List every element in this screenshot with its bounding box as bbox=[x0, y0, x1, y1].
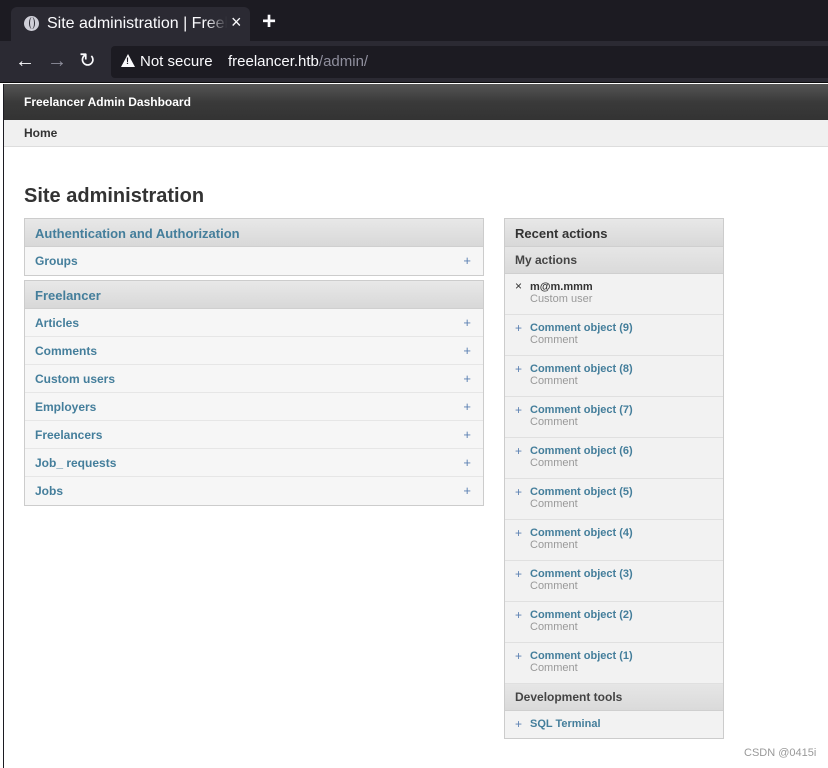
globe-icon bbox=[24, 16, 39, 31]
add-icon[interactable]: + bbox=[463, 455, 471, 470]
model-link[interactable]: Custom users bbox=[35, 372, 115, 386]
admin-header: Freelancer Admin Dashboard bbox=[4, 84, 828, 120]
action-link[interactable]: Comment object (8) bbox=[530, 363, 633, 375]
action-type: Comment bbox=[530, 457, 578, 469]
recent-actions-module: Recent actions My actions × m@m.mmm Cust… bbox=[504, 218, 724, 739]
action-item: + Comment object (8) Comment bbox=[505, 356, 723, 397]
browser-nav-bar: ← → ↻ Not secure freelancer.htb/admin/ bbox=[0, 41, 828, 83]
address-bar[interactable]: Not secure freelancer.htb/admin/ bbox=[111, 46, 828, 78]
delete-icon: × bbox=[515, 279, 523, 293]
model-row-articles: Articles + bbox=[25, 309, 483, 337]
action-item: + Comment object (4) Comment bbox=[505, 520, 723, 561]
action-item: + Comment object (2) Comment bbox=[505, 602, 723, 643]
action-link[interactable]: Comment object (7) bbox=[530, 404, 633, 416]
breadcrumb-home[interactable]: Home bbox=[24, 126, 57, 140]
action-type: Comment bbox=[530, 580, 578, 592]
add-icon: + bbox=[515, 567, 523, 581]
model-link[interactable]: Jobs bbox=[35, 484, 63, 498]
add-icon[interactable]: + bbox=[463, 371, 471, 386]
add-icon: + bbox=[515, 444, 523, 458]
model-link[interactable]: Freelancers bbox=[35, 428, 102, 442]
action-link[interactable]: Comment object (5) bbox=[530, 486, 633, 498]
app-module-auth: Authentication and Authorization Groups … bbox=[24, 218, 484, 276]
action-type: Comment bbox=[530, 416, 578, 428]
tab-title: Site administration | Freelancer bbox=[47, 15, 227, 33]
back-arrow-icon[interactable]: ← bbox=[15, 50, 35, 72]
not-secure-label[interactable]: Not secure bbox=[140, 53, 213, 70]
action-item: + Comment object (6) Comment bbox=[505, 438, 723, 479]
action-type: Comment bbox=[530, 621, 578, 633]
add-icon: + bbox=[515, 717, 523, 731]
add-icon: + bbox=[515, 526, 523, 540]
action-type: Comment bbox=[530, 498, 578, 510]
model-link[interactable]: Groups bbox=[35, 254, 78, 268]
add-icon[interactable]: + bbox=[463, 343, 471, 358]
action-link[interactable]: Comment object (9) bbox=[530, 322, 633, 334]
add-icon: + bbox=[515, 649, 523, 663]
action-item: + Comment object (9) Comment bbox=[505, 315, 723, 356]
action-type: Comment bbox=[530, 375, 578, 387]
warning-icon[interactable] bbox=[121, 54, 135, 67]
model-row-comments: Comments + bbox=[25, 337, 483, 365]
action-link[interactable]: Comment object (6) bbox=[530, 445, 633, 457]
action-link[interactable]: Comment object (1) bbox=[530, 650, 633, 662]
browser-tab-bar: Site administration | Freelancer × + bbox=[0, 0, 828, 41]
model-row-jobs: Jobs + bbox=[25, 477, 483, 505]
add-icon[interactable]: + bbox=[463, 427, 471, 442]
action-type: Comment bbox=[530, 539, 578, 551]
watermark: CSDN @0415i bbox=[744, 747, 817, 759]
action-type: Comment bbox=[530, 334, 578, 346]
action-item: + Comment object (1) Comment bbox=[505, 643, 723, 684]
model-link[interactable]: Articles bbox=[35, 316, 79, 330]
action-link[interactable]: Comment object (3) bbox=[530, 568, 633, 580]
site-brand[interactable]: Freelancer Admin Dashboard bbox=[24, 95, 191, 109]
page-title: Site administration bbox=[24, 185, 205, 207]
model-row-custom-users: Custom users + bbox=[25, 365, 483, 393]
sql-terminal-row: + SQL Terminal bbox=[505, 711, 723, 738]
forward-arrow-icon[interactable]: → bbox=[47, 50, 67, 72]
browser-tab[interactable]: Site administration | Freelancer × bbox=[11, 7, 250, 41]
module-caption[interactable]: Authentication and Authorization bbox=[25, 219, 483, 247]
model-link[interactable]: Employers bbox=[35, 400, 96, 414]
action-item: + Comment object (3) Comment bbox=[505, 561, 723, 602]
action-object: m@m.mmm bbox=[530, 281, 593, 293]
model-link[interactable]: Job_ requests bbox=[35, 456, 116, 470]
action-item: × m@m.mmm Custom user bbox=[505, 274, 723, 315]
action-type: Comment bbox=[530, 662, 578, 674]
add-icon[interactable]: + bbox=[463, 253, 471, 268]
admin-page: Freelancer Admin Dashboard Home Site adm… bbox=[3, 84, 828, 768]
add-icon: + bbox=[515, 608, 523, 622]
action-type: Custom user bbox=[530, 293, 593, 305]
model-link[interactable]: Comments bbox=[35, 344, 97, 358]
recent-actions-caption: Recent actions bbox=[505, 219, 723, 247]
add-icon: + bbox=[515, 321, 523, 335]
model-row-employers: Employers + bbox=[25, 393, 483, 421]
my-actions-heading: My actions bbox=[505, 247, 723, 274]
new-tab-icon[interactable]: + bbox=[262, 10, 276, 34]
action-item: + Comment object (5) Comment bbox=[505, 479, 723, 520]
action-item: + Comment object (7) Comment bbox=[505, 397, 723, 438]
url-text[interactable]: freelancer.htb/admin/ bbox=[228, 53, 368, 70]
model-row-job-requests: Job_ requests + bbox=[25, 449, 483, 477]
breadcrumb: Home bbox=[4, 120, 828, 147]
action-link[interactable]: Comment object (4) bbox=[530, 527, 633, 539]
add-icon[interactable]: + bbox=[463, 399, 471, 414]
add-icon[interactable]: + bbox=[463, 483, 471, 498]
add-icon: + bbox=[515, 362, 523, 376]
url-host: freelancer.htb bbox=[228, 53, 319, 70]
add-icon[interactable]: + bbox=[463, 315, 471, 330]
add-icon: + bbox=[515, 485, 523, 499]
model-row-freelancers: Freelancers + bbox=[25, 421, 483, 449]
reload-icon[interactable]: ↻ bbox=[79, 50, 96, 72]
dev-tools-heading: Development tools bbox=[505, 684, 723, 711]
sql-terminal-link[interactable]: SQL Terminal bbox=[530, 718, 601, 730]
add-icon: + bbox=[515, 403, 523, 417]
url-path: /admin/ bbox=[318, 53, 369, 70]
action-link[interactable]: Comment object (2) bbox=[530, 609, 633, 621]
model-row-groups: Groups + bbox=[25, 247, 483, 275]
module-caption[interactable]: Freelancer bbox=[25, 281, 483, 309]
tab-close-icon[interactable]: × bbox=[231, 13, 242, 31]
app-module-freelancer: Freelancer Articles + Comments + Custom … bbox=[24, 280, 484, 506]
